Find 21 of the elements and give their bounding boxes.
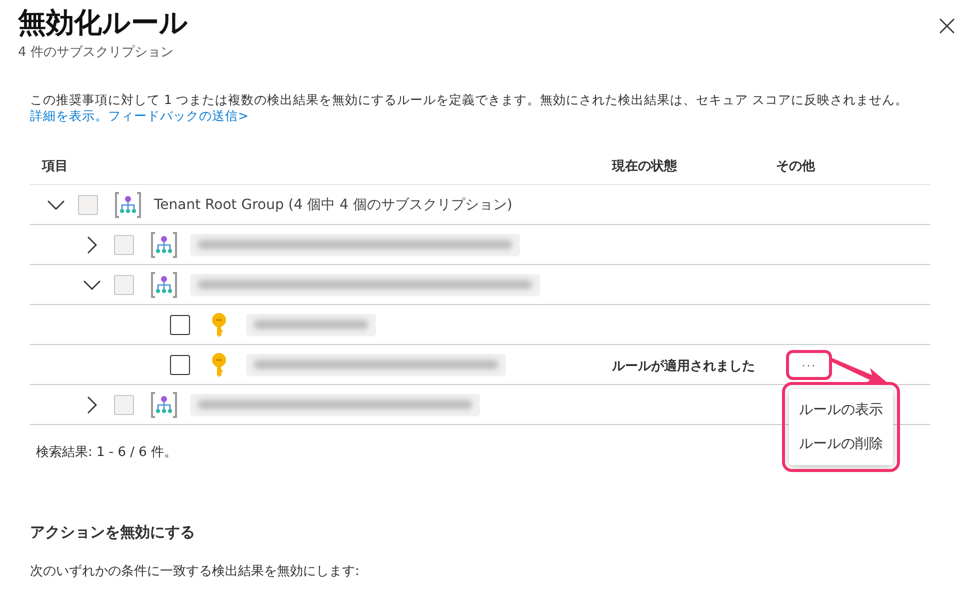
link[interactable]: 詳細を表示。 [30,108,108,124]
management-group-icon [114,190,142,218]
key-icon [210,352,228,378]
section-title: アクションを無効にする [30,523,196,542]
description-text: この推奨事項に対して 1 つまたは複数の検出結果を無効にするルールを定義できます。無効にされた検出結果は、セキュア スコアに反映されません。 [30,92,909,108]
column-header: 項目 [40,158,69,175]
management-group-icon [150,230,178,258]
key-icon [210,312,228,338]
column-header: 現在の状態 [612,158,678,175]
management-group-icon [150,270,178,298]
annotation-arrow [832,355,890,387]
status-text: ルールが適用されました [612,358,755,374]
results-count: 検索結果: 1 - 6 / 6 件。 [36,444,178,461]
column-header: その他 [776,158,816,175]
management-group-icon [150,390,178,418]
item-name: Tenant Root Group (4 個中 4 個のサブスクリプション) [154,196,512,214]
panel-subtitle: 4 件のサブスクリプション [18,44,174,61]
section-text: 次のいずれかの条件に一致する検出結果を無効にします: [30,563,360,580]
close-icon[interactable] [939,18,955,34]
panel-title: 無効化ルール [18,5,188,41]
link[interactable]: フィードバックの送信> [108,108,248,124]
